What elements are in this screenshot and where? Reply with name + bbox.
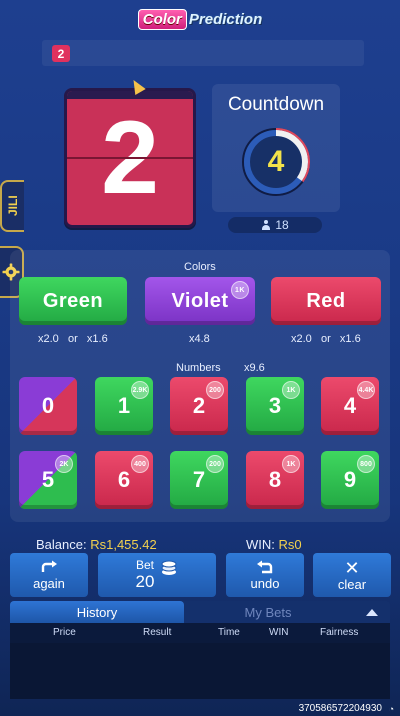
players-count-value: 18 — [275, 218, 289, 232]
person-icon — [261, 220, 271, 230]
bet-red-button[interactable]: Red — [271, 277, 381, 325]
again-label: again — [33, 575, 65, 591]
number-bet-bubble: 400 — [131, 455, 149, 473]
number-bet-bubble: 200 — [206, 455, 224, 473]
chips-stack-icon — [161, 560, 177, 575]
col-time: Time — [218, 627, 240, 638]
players-count: 18 — [228, 217, 322, 233]
number-bet-bubble: 200 — [206, 381, 224, 399]
bet-number-0-button[interactable]: 0 — [19, 377, 77, 435]
expand-history-button[interactable] — [354, 601, 390, 623]
bet-number-8-button[interactable]: 8 1K — [246, 451, 304, 509]
close-x-icon: ✕ — [344, 557, 360, 578]
colors-section-label: Colors — [184, 261, 216, 273]
tab-history[interactable]: History — [10, 601, 184, 623]
recent-results-bar: 2 — [42, 40, 364, 66]
number-bet-bubble: 4.4K — [357, 381, 375, 399]
again-button[interactable]: again — [10, 553, 88, 597]
number-bet-bubble: 1K — [282, 381, 300, 399]
win-value: Rs0 — [278, 537, 302, 552]
number-label: 4 — [343, 393, 357, 418]
history-tabs: History My Bets — [10, 601, 390, 623]
countdown-panel: Countdown 4 — [212, 84, 340, 212]
bet-red-label: Red — [306, 289, 346, 312]
number-label: 9 — [343, 467, 357, 492]
countdown-value: 4 — [267, 145, 285, 178]
undo-button[interactable]: undo — [226, 553, 304, 597]
win-label: WIN: — [246, 537, 275, 552]
col-fairness: Fairness — [320, 627, 359, 638]
history-table-body — [10, 643, 390, 699]
tab-my-bets-label: My Bets — [244, 604, 292, 620]
number-label: 5 — [41, 467, 55, 492]
violet-bet-bubble: 1K — [231, 281, 249, 299]
red-multiplier: x2.0 or x1.6 — [291, 333, 361, 345]
numbers-multiplier: x9.6 — [244, 362, 265, 374]
recent-result-badge: 2 — [52, 45, 70, 62]
bet-number-4-button[interactable]: 4 4.4K — [321, 377, 379, 435]
bet-violet-label: Violet — [171, 289, 229, 312]
bet-number-7-button[interactable]: 7 200 — [170, 451, 228, 509]
bet-amount-button[interactable]: Bet 20 — [98, 553, 216, 597]
col-win: WIN — [269, 627, 289, 638]
undo-label: undo — [250, 575, 280, 591]
balance-label: Balance: — [36, 537, 87, 552]
history-table-header: Price Result Time WIN Fairness — [10, 623, 390, 643]
win-display: WIN: Rs0 — [246, 537, 302, 552]
bet-number-5-button[interactable]: 5 2K — [19, 451, 77, 509]
wifi-icon: ◔ — [388, 704, 394, 714]
number-label: 8 — [268, 467, 282, 492]
clear-button[interactable]: ✕ clear — [313, 553, 391, 597]
number-bet-bubble: 800 — [357, 455, 375, 473]
bet-violet-button[interactable]: Violet 1K — [145, 277, 255, 325]
bet-green-button[interactable]: Green — [19, 277, 127, 325]
triangle-up-icon — [366, 608, 378, 616]
number-bet-bubble: 2K — [55, 455, 73, 473]
logo-prediction-text: Prediction — [188, 10, 263, 28]
balance-value: Rs1,455.42 — [90, 537, 157, 552]
numbers-section-label: Numbers — [176, 362, 221, 374]
bet-number-3-button[interactable]: 3 1K — [246, 377, 304, 435]
bet-value: 20 — [135, 572, 155, 591]
col-price: Price — [53, 627, 76, 638]
tab-my-bets[interactable]: My Bets — [186, 601, 350, 623]
jili-label: JILI — [6, 195, 20, 217]
violet-multiplier: x4.8 — [189, 333, 210, 345]
number-label: 2 — [192, 393, 206, 418]
result-number: 2 — [101, 100, 159, 216]
result-flip-card: 2 — [64, 88, 196, 228]
session-id: 3705865722049​30 — [298, 703, 382, 714]
clear-label: clear — [337, 576, 367, 592]
green-multiplier: x2.0 or x1.6 — [38, 333, 108, 345]
jili-side-tab[interactable]: JILI — [0, 180, 24, 232]
bet-label: Bet — [135, 558, 154, 572]
bet-number-1-button[interactable]: 1 2.9K — [95, 377, 153, 435]
undo-arrow-icon — [257, 560, 273, 573]
col-result: Result — [143, 627, 172, 638]
redo-arrow-icon — [41, 560, 57, 572]
countdown-title: Countdown — [227, 94, 325, 115]
bet-number-2-button[interactable]: 2 200 — [170, 377, 228, 435]
balance-display: Balance: Rs1,455.42 — [36, 537, 157, 552]
game-logo: Color Prediction — [0, 6, 400, 32]
number-bet-bubble: 2.9K — [131, 381, 149, 399]
number-bet-bubble: 1K — [282, 455, 300, 473]
bet-number-9-button[interactable]: 9 800 — [321, 451, 379, 509]
number-label: 3 — [268, 393, 282, 418]
number-label: 1 — [117, 393, 131, 418]
tab-history-label: History — [76, 604, 118, 620]
bet-number-6-button[interactable]: 6 400 — [95, 451, 153, 509]
number-label: 0 — [41, 393, 55, 418]
number-label: 7 — [192, 467, 206, 492]
number-label: 6 — [117, 467, 131, 492]
bet-green-label: Green — [42, 289, 104, 312]
logo-color-text: Color — [137, 8, 187, 30]
